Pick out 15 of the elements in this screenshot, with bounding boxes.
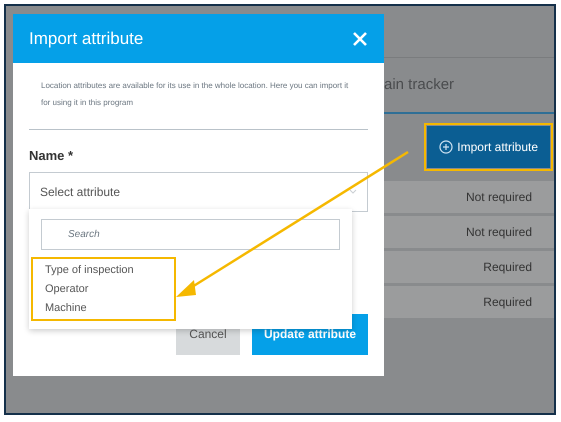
dropdown-option[interactable]: Type of inspection <box>45 262 162 278</box>
description-text: Location attributes are available for its use in the whole location. Here you can import it for using it in this program <box>29 63 368 130</box>
search-field[interactable]: Search <box>41 219 340 250</box>
dialog-title: Import attribute <box>29 28 144 50</box>
table-cell-text: Required <box>483 294 532 311</box>
close-icon[interactable] <box>352 30 368 46</box>
table-cell-text: Not required <box>466 189 532 206</box>
plus-circle-icon <box>439 140 454 154</box>
field-label: Name * <box>29 147 74 165</box>
chevron-icon <box>349 188 357 194</box>
table-cell-text: Required <box>483 259 532 276</box>
table-cell-text: Not required <box>466 224 532 241</box>
import-attribute-button[interactable]: Import attribute <box>427 126 550 168</box>
dropdown-option[interactable]: Operator <box>45 281 162 297</box>
dropdown-option[interactable]: Machine <box>45 300 162 316</box>
